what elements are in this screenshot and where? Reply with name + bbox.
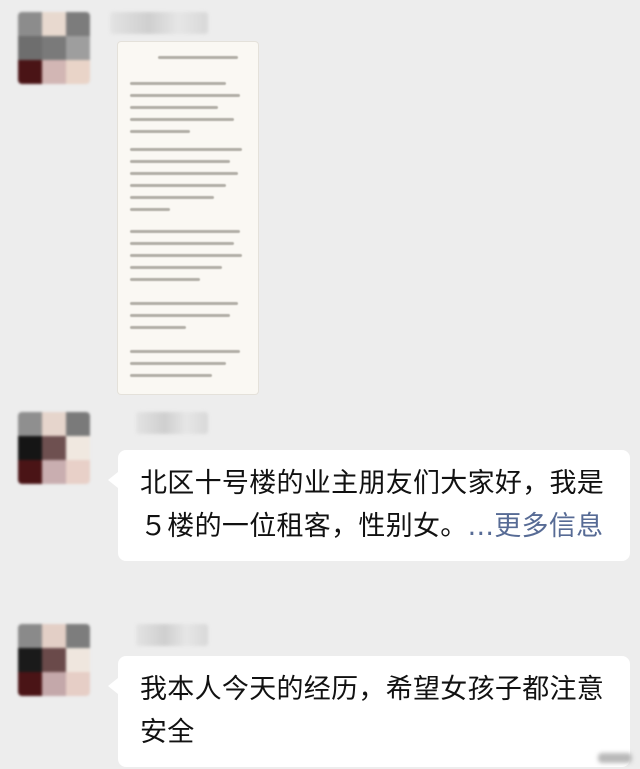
more-info-link[interactable]: ...更多信息 <box>468 511 604 542</box>
message-bubble[interactable]: 我本人今天的经历，希望女孩子都注意安全 <box>108 656 630 767</box>
avatar[interactable] <box>18 412 90 484</box>
sender-name-blurred <box>136 412 208 434</box>
sender-name-blurred <box>110 12 208 34</box>
watermark-blur <box>598 753 632 763</box>
avatar[interactable] <box>18 624 90 696</box>
message-text: 我本人今天的经历，希望女孩子都注意安全 <box>140 674 605 748</box>
avatar[interactable] <box>18 12 90 84</box>
document-image-thumbnail[interactable] <box>118 42 258 394</box>
message-bubble[interactable]: 北区十号楼的业主朋友们大家好，我是５楼的一位租客，性别女。...更多信息 <box>108 450 630 561</box>
sender-name-blurred <box>136 624 208 646</box>
chat-message-3: 我本人今天的经历，希望女孩子都注意安全 <box>0 612 640 769</box>
chat-message-2: 北区十号楼的业主朋友们大家好，我是５楼的一位租客，性别女。...更多信息 <box>0 400 640 610</box>
chat-message-1 <box>0 0 640 400</box>
